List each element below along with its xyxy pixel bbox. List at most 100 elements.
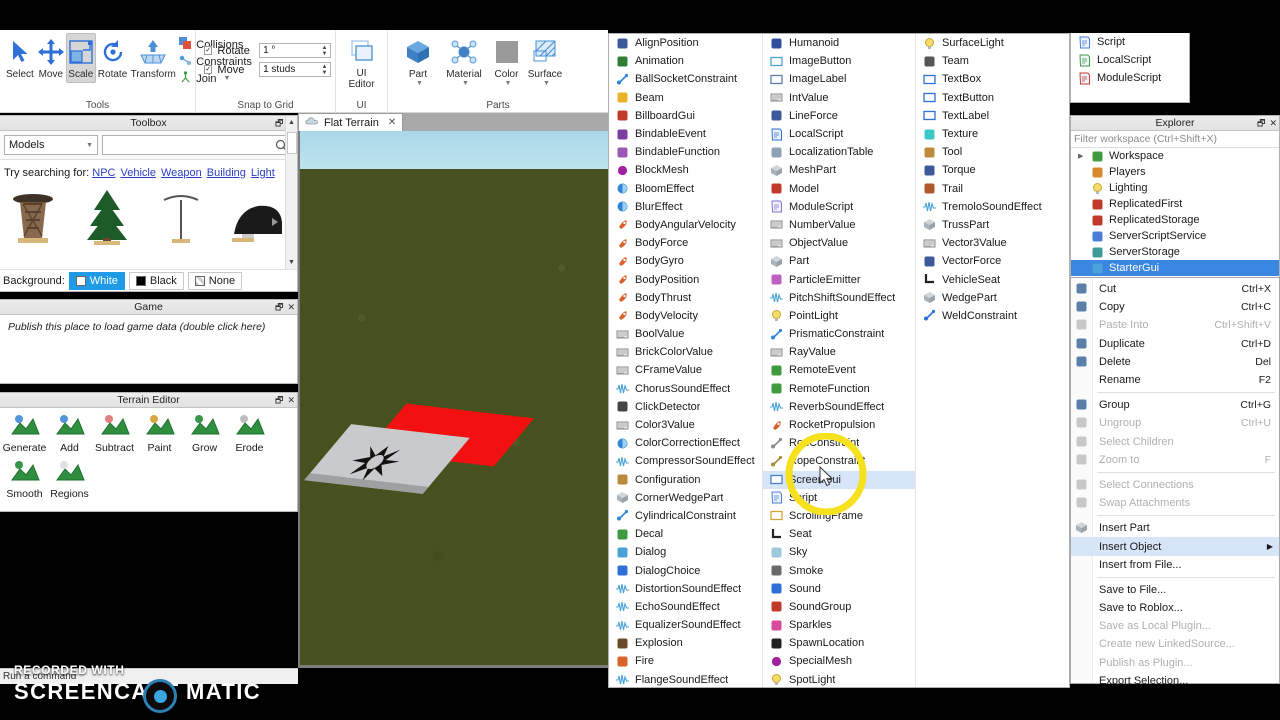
suggestion-weapon[interactable]: Weapon <box>161 167 202 179</box>
insert-object-item[interactable]: WedgePart <box>916 289 1068 307</box>
terrain-float-button[interactable]: 🗗 <box>275 396 283 405</box>
tab-flat-terrain[interactable]: Flat Terrain ✕ <box>298 113 404 131</box>
explorer-item-workspace[interactable]: ▶ Workspace <box>1071 148 1279 164</box>
spinner-arrows-icon[interactable]: ▲ ▼ <box>320 63 329 76</box>
insert-object-item[interactable]: DialogChoice <box>609 561 762 579</box>
insert-object-item[interactable]: Torque <box>916 161 1068 179</box>
twisty-icon[interactable]: ▶ <box>1078 152 1086 160</box>
insert-object-item[interactable]: RemoteFunction <box>763 380 915 398</box>
terrain-tool-paint[interactable]: Paint <box>137 412 182 454</box>
insert-object-item[interactable]: VectorForce <box>916 252 1068 270</box>
insert-object-item[interactable]: PrismaticConstraint <box>763 325 915 343</box>
suggestion-light[interactable]: Light <box>251 167 275 179</box>
insert-object-item[interactable]: RodConstraint <box>763 434 915 452</box>
terrain-tool-generate[interactable]: Generate <box>2 412 47 454</box>
insert-object-item[interactable]: RemoteEvent <box>763 361 915 379</box>
insert-object-item[interactable]: Sky <box>763 543 915 561</box>
insert-object-item[interactable]: CompressorSoundEffect <box>609 452 762 470</box>
insert-object-item[interactable]: CornerWedgePart <box>609 489 762 507</box>
insert-object-item[interactable]: FlangeSoundEffect <box>609 671 762 687</box>
ui-editor-button[interactable]: UI Editor <box>340 33 383 93</box>
script-flyout-item[interactable]: ModuleScript <box>1071 69 1189 87</box>
insert-object-item[interactable]: SoundGroup <box>763 598 915 616</box>
explorer-item-startergui[interactable]: StarterGui <box>1071 260 1279 276</box>
toolbox-result-item[interactable] <box>228 186 288 249</box>
insert-object-item[interactable]: SurfaceLight <box>916 34 1068 52</box>
close-icon[interactable]: ✕ <box>388 117 396 128</box>
tool-transform[interactable]: Transform <box>129 33 177 83</box>
insert-object-item[interactable]: ColorCorrectionEffect <box>609 434 762 452</box>
menu-item-insert-object[interactable]: Insert Object ▶ <box>1071 537 1279 556</box>
insert-object-item[interactable]: RopeConstraint <box>763 452 915 470</box>
insert-object-item[interactable]: BodyGyro <box>609 252 762 270</box>
insert-object-item[interactable]: CylindricalConstraint <box>609 507 762 525</box>
insert-object-item[interactable]: Configuration <box>609 471 762 489</box>
spinner-arrows-icon[interactable]: ▲ ▼ <box>320 44 329 57</box>
insert-object-item[interactable]: WeldConstraint <box>916 307 1068 325</box>
menu-item-save-to-file[interactable]: Save to File... <box>1071 581 1279 599</box>
insert-object-item[interactable]: Sound <box>763 580 915 598</box>
insert-object-item[interactable]: LocalizationTable <box>763 143 915 161</box>
insert-object-item[interactable]: SpotLight <box>763 671 915 687</box>
snap-rotate-input[interactable]: 1 ° ▲ ▼ <box>259 43 332 58</box>
tool-scale[interactable]: Scale <box>65 33 96 83</box>
insert-object-item[interactable]: Model <box>763 180 915 198</box>
insert-object-item[interactable]: BodyPosition <box>609 270 762 288</box>
explorer-item-replicatedstorage[interactable]: ReplicatedStorage <box>1071 212 1279 228</box>
menu-item-insert-part[interactable]: Insert Part <box>1071 519 1279 537</box>
insert-object-item[interactable]: TremoloSoundEffect <box>916 198 1068 216</box>
insert-object-item[interactable]: Animation <box>609 52 762 70</box>
insert-object-item[interactable]: ModuleScript <box>763 198 915 216</box>
script-flyout-item[interactable]: Script <box>1071 33 1189 51</box>
menu-item-save-to-roblox[interactable]: Save to Roblox... <box>1071 599 1279 617</box>
script-flyout-item[interactable]: LocalScript <box>1071 51 1189 69</box>
insert-object-item[interactable]: ParticleEmitter <box>763 270 915 288</box>
scrollbar-thumb[interactable] <box>287 132 297 154</box>
insert-object-item[interactable]: Decal <box>609 525 762 543</box>
insert-object-item[interactable]: ImageLabel <box>763 70 915 88</box>
insert-object-item[interactable]: LineForce <box>763 107 915 125</box>
terrain-tool-subtract[interactable]: Subtract <box>92 412 137 454</box>
insert-object-item[interactable]: DistortionSoundEffect <box>609 580 762 598</box>
insert-object-item[interactable]: Team <box>916 52 1068 70</box>
3d-viewport[interactable] <box>300 131 608 665</box>
game-float-button[interactable]: 🗗 <box>275 303 283 312</box>
toolbox-float-button[interactable]: 🗗 <box>275 119 283 128</box>
suggestion-building[interactable]: Building <box>207 167 246 179</box>
insert-object-item[interactable]: EqualizerSoundEffect <box>609 616 762 634</box>
insert-object-item[interactable]: ObjectValue <box>763 234 915 252</box>
insert-object-item[interactable]: ClickDetector <box>609 398 762 416</box>
toolbox-result-item[interactable] <box>6 186 60 249</box>
insert-object-item[interactable]: BodyForce <box>609 234 762 252</box>
terrain-tool-regions[interactable]: Regions <box>47 458 92 500</box>
menu-item-rename[interactable]: Rename F2 <box>1071 371 1279 389</box>
insert-object-item[interactable]: ScreenGui <box>763 470 915 489</box>
snap-rotate-checkbox[interactable]: ✓ <box>204 46 213 55</box>
insert-object-item[interactable]: BindableEvent <box>609 125 762 143</box>
menu-item-duplicate[interactable]: Duplicate Ctrl+D <box>1071 335 1279 353</box>
insert-object-item[interactable]: BodyVelocity <box>609 307 762 325</box>
insert-object-item[interactable]: Humanoid <box>763 34 915 52</box>
insert-object-item[interactable]: Color3Value <box>609 416 762 434</box>
insert-object-item[interactable]: ScrollingFrame <box>763 507 915 525</box>
menu-item-cut[interactable]: Cut Ctrl+X <box>1071 280 1279 298</box>
game-message[interactable]: Publish this place to load game data (do… <box>0 315 297 339</box>
insert-object-item[interactable]: BodyThrust <box>609 289 762 307</box>
insert-object-item[interactable]: Beam <box>609 89 762 107</box>
terrain-tool-grow[interactable]: Grow <box>182 412 227 454</box>
insert-object-item[interactable]: LocalScript <box>763 125 915 143</box>
menu-item-group[interactable]: Group Ctrl+G <box>1071 396 1279 414</box>
insert-object-item[interactable]: TextBox <box>916 70 1068 88</box>
snap-move-checkbox[interactable]: ✓ <box>204 65 213 74</box>
toolbox-scrollbar[interactable]: ▲ ▼ <box>285 116 297 269</box>
explorer-item-players[interactable]: Players <box>1071 164 1279 180</box>
explorer-close-button[interactable]: ✕ <box>1269 119 1277 128</box>
terrain-tool-add[interactable]: Add <box>47 412 92 454</box>
toolbox-category-select[interactable]: Models ▼ <box>4 135 98 155</box>
toolbox-result-item[interactable] <box>154 186 208 249</box>
terrain-tool-smooth[interactable]: Smooth <box>2 458 47 500</box>
insert-object-item[interactable]: Smoke <box>763 561 915 579</box>
insert-object-item[interactable]: Vector3Value <box>916 234 1068 252</box>
explorer-float-button[interactable]: 🗗 <box>1257 119 1265 128</box>
insert-object-item[interactable]: Tool <box>916 143 1068 161</box>
